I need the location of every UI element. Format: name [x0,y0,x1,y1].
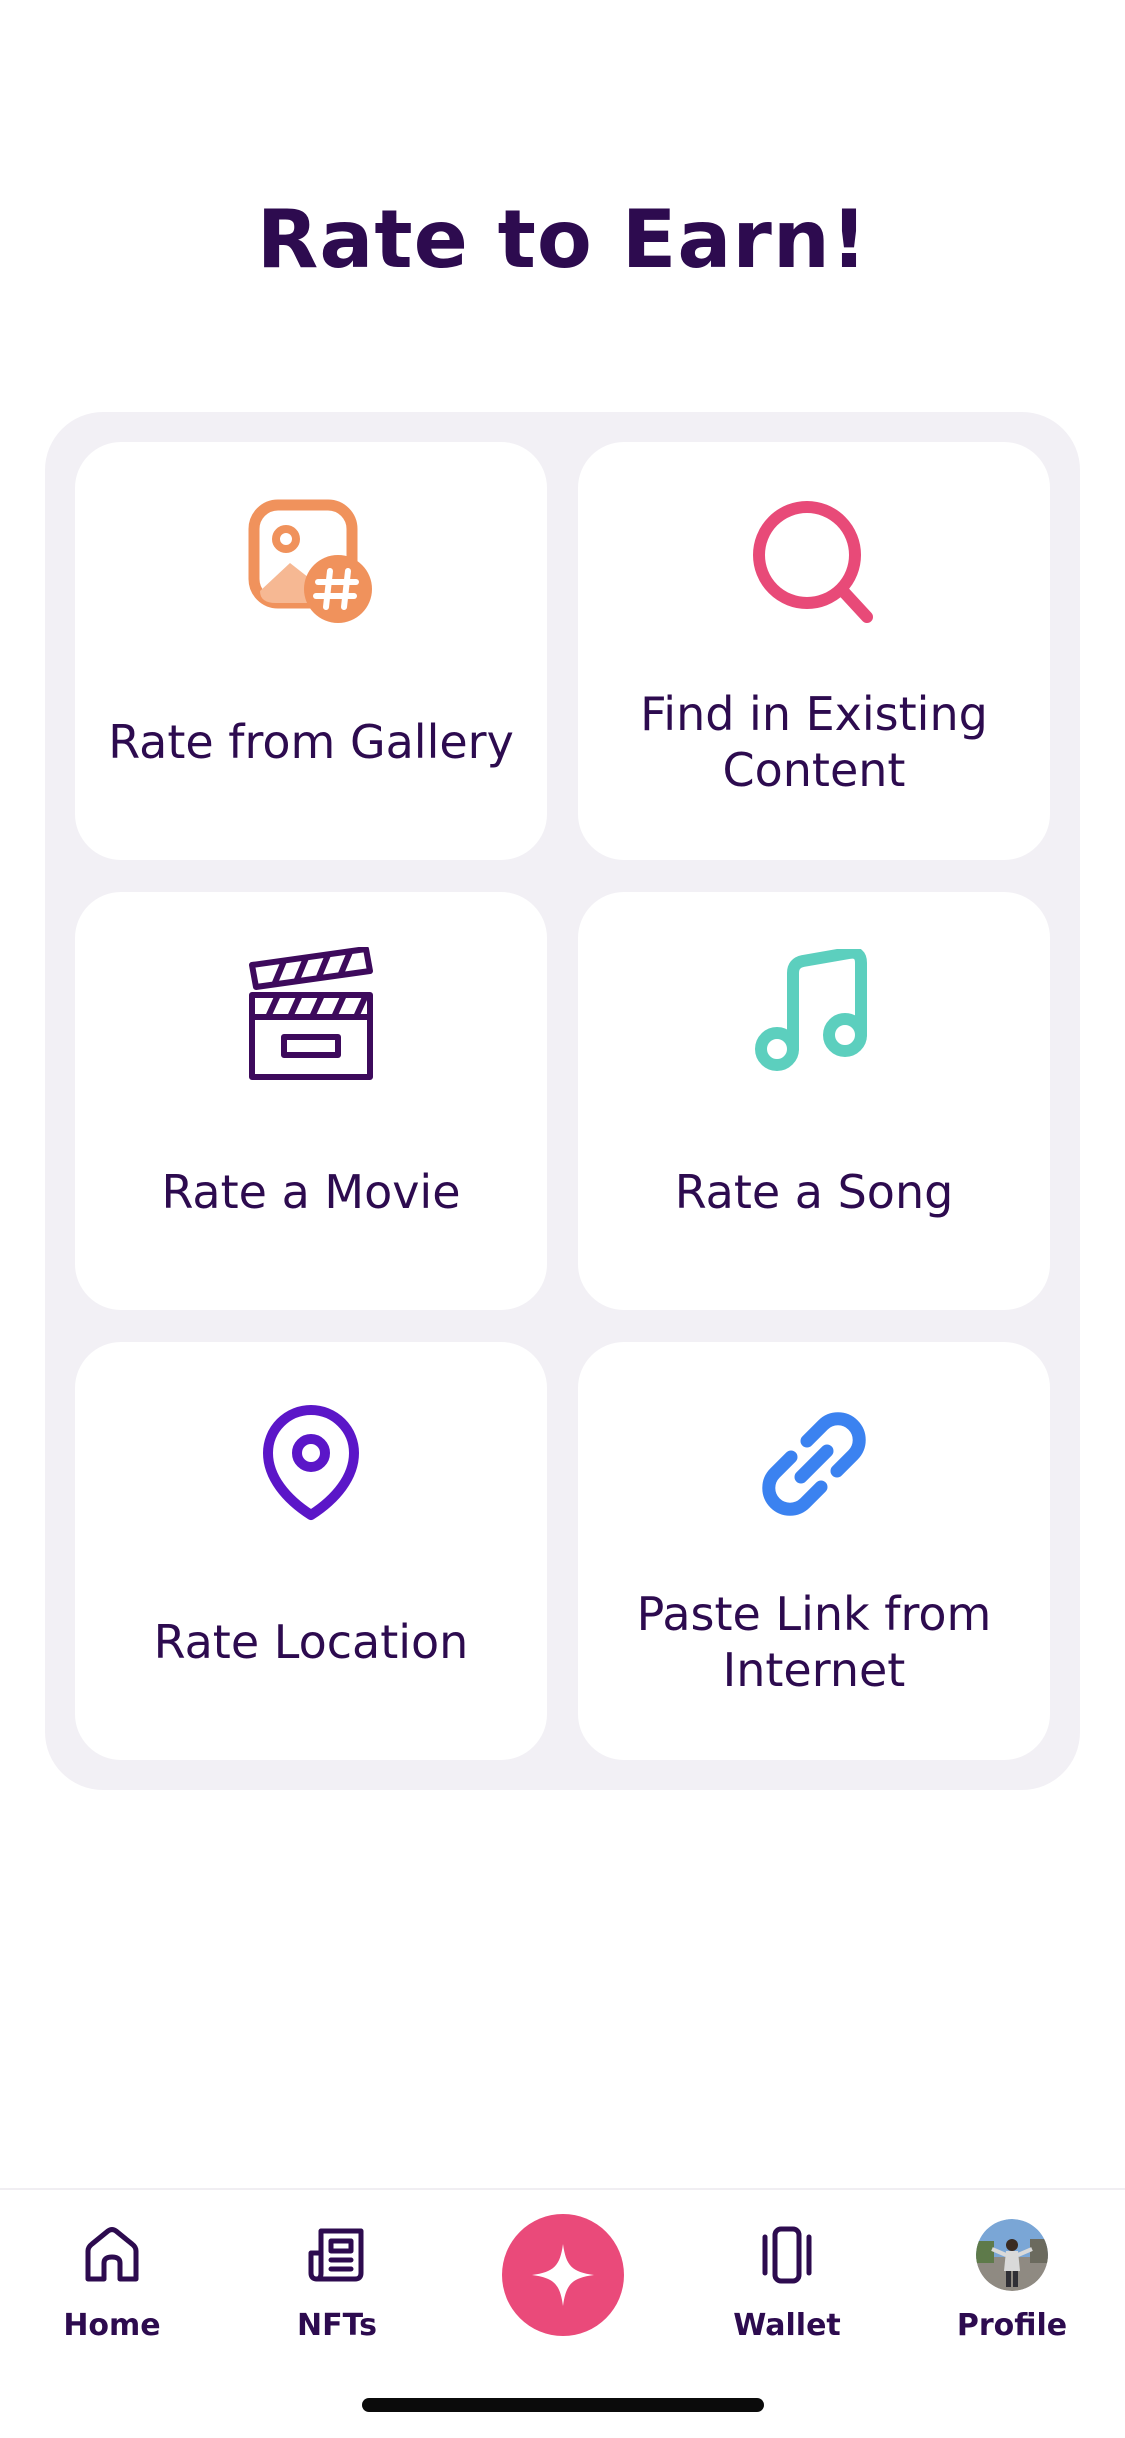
card-label: Paste Link from Internet [636,1587,992,1697]
paste-link-card[interactable]: Paste Link from Internet [578,1342,1050,1760]
card-label: Rate a Movie [161,1165,461,1219]
newspaper-icon [237,2210,437,2300]
tab-label: NFTs [297,2308,377,2343]
sparkle-icon [532,2244,594,2306]
rate-from-gallery-card[interactable]: Rate from Gallery [75,442,547,860]
home-icon [12,2210,212,2300]
page-title: Rate to Earn! [256,193,869,286]
card-label: Rate Location [153,1615,469,1669]
music-note-icon [578,944,1050,1084]
tab-wallet[interactable]: Wallet [687,2210,887,2360]
rating-options-panel: Rate from Gallery Find in Existing Conte… [45,412,1080,1790]
tab-home[interactable]: Home [12,2210,212,2360]
tab-label: Wallet [733,2308,841,2343]
rate-a-song-card[interactable]: Rate a Song [578,892,1050,1310]
gallery-hashtag-icon [75,494,547,634]
rate-a-movie-card[interactable]: Rate a Movie [75,892,547,1310]
sparkle-button[interactable] [502,2214,624,2336]
clapperboard-icon [75,944,547,1084]
tab-label: Profile [956,2308,1068,2343]
tab-nfts[interactable]: NFTs [237,2210,437,2360]
cards-icon [687,2210,887,2300]
find-existing-content-card[interactable]: Find in Existing Content [578,442,1050,860]
search-icon [578,494,1050,634]
rate-location-card[interactable]: Rate Location [75,1342,547,1760]
link-icon [578,1394,1050,1534]
home-indicator [362,2398,764,2412]
tab-label: Home [63,2308,161,2343]
card-label: Find in Existing Content [640,687,988,797]
card-label: Rate from Gallery [108,715,514,769]
location-pin-icon [75,1394,547,1534]
tab-profile[interactable]: Profile [912,2210,1112,2360]
card-label: Rate a Song [674,1165,954,1219]
avatar [976,2219,1048,2291]
